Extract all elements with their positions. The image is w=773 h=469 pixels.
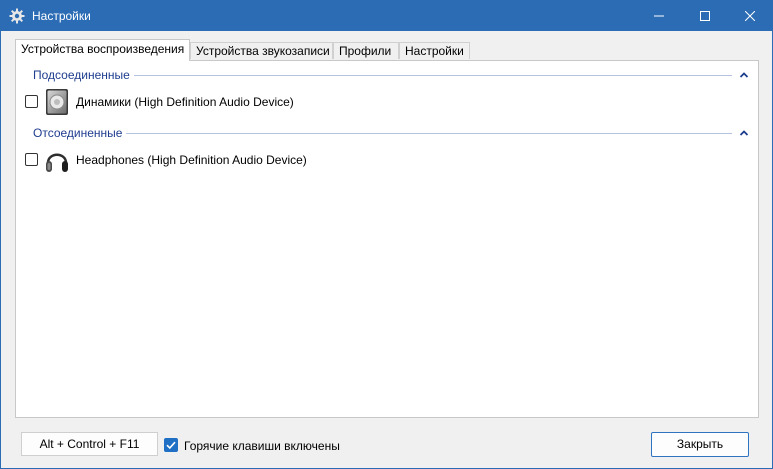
close-icon	[745, 11, 755, 21]
device-list-panel: Подсоединенные Динамики (High Definition…	[15, 60, 759, 418]
hotkeys-enabled-label[interactable]: Горячие клавиши включены	[184, 439, 340, 453]
close-window-button[interactable]	[727, 1, 773, 31]
maximize-icon	[700, 11, 710, 21]
title-bar[interactable]: Настройки	[1, 1, 772, 31]
minimize-icon	[654, 15, 664, 17]
maximize-button[interactable]	[682, 1, 728, 31]
chevron-up-icon[interactable]	[739, 69, 749, 79]
tab-profiles[interactable]: Профили	[333, 42, 399, 59]
checkmark-icon	[166, 441, 176, 450]
group-divider	[122, 133, 732, 134]
device-label: Динамики (High Definition Audio Device)	[76, 95, 294, 109]
tab-settings[interactable]: Настройки	[399, 42, 470, 59]
device-label: Headphones (High Definition Audio Device…	[76, 153, 307, 167]
group-label-connected: Подсоединенные	[33, 68, 134, 82]
close-button[interactable]: Закрыть	[651, 432, 749, 457]
tab-recording-devices[interactable]: Устройства звукозаписи	[190, 42, 333, 59]
speaker-icon	[44, 88, 70, 116]
group-label-disconnected: Отсоединенные	[33, 126, 127, 140]
tab-playback-devices[interactable]: Устройства воспроизведения	[15, 39, 190, 61]
device-row[interactable]: Headphones (High Definition Audio Device…	[16, 146, 758, 174]
chevron-up-icon[interactable]	[739, 127, 749, 137]
group-divider	[126, 75, 732, 76]
group-header-connected[interactable]: Подсоединенные	[16, 67, 758, 85]
gear-icon	[9, 8, 25, 24]
minimize-button[interactable]	[636, 1, 682, 31]
device-checkbox[interactable]	[25, 95, 38, 108]
hotkey-field[interactable]: Alt + Control + F11	[21, 432, 158, 456]
window-title: Настройки	[32, 9, 91, 23]
settings-window: Настройки Устройства воспроизведения Уст…	[0, 0, 773, 469]
group-header-disconnected[interactable]: Отсоединенные	[16, 125, 758, 143]
device-checkbox[interactable]	[25, 153, 38, 166]
hotkeys-enabled-checkbox[interactable]	[164, 438, 178, 452]
device-row[interactable]: Динамики (High Definition Audio Device)	[16, 88, 758, 116]
headphones-icon	[44, 146, 70, 174]
